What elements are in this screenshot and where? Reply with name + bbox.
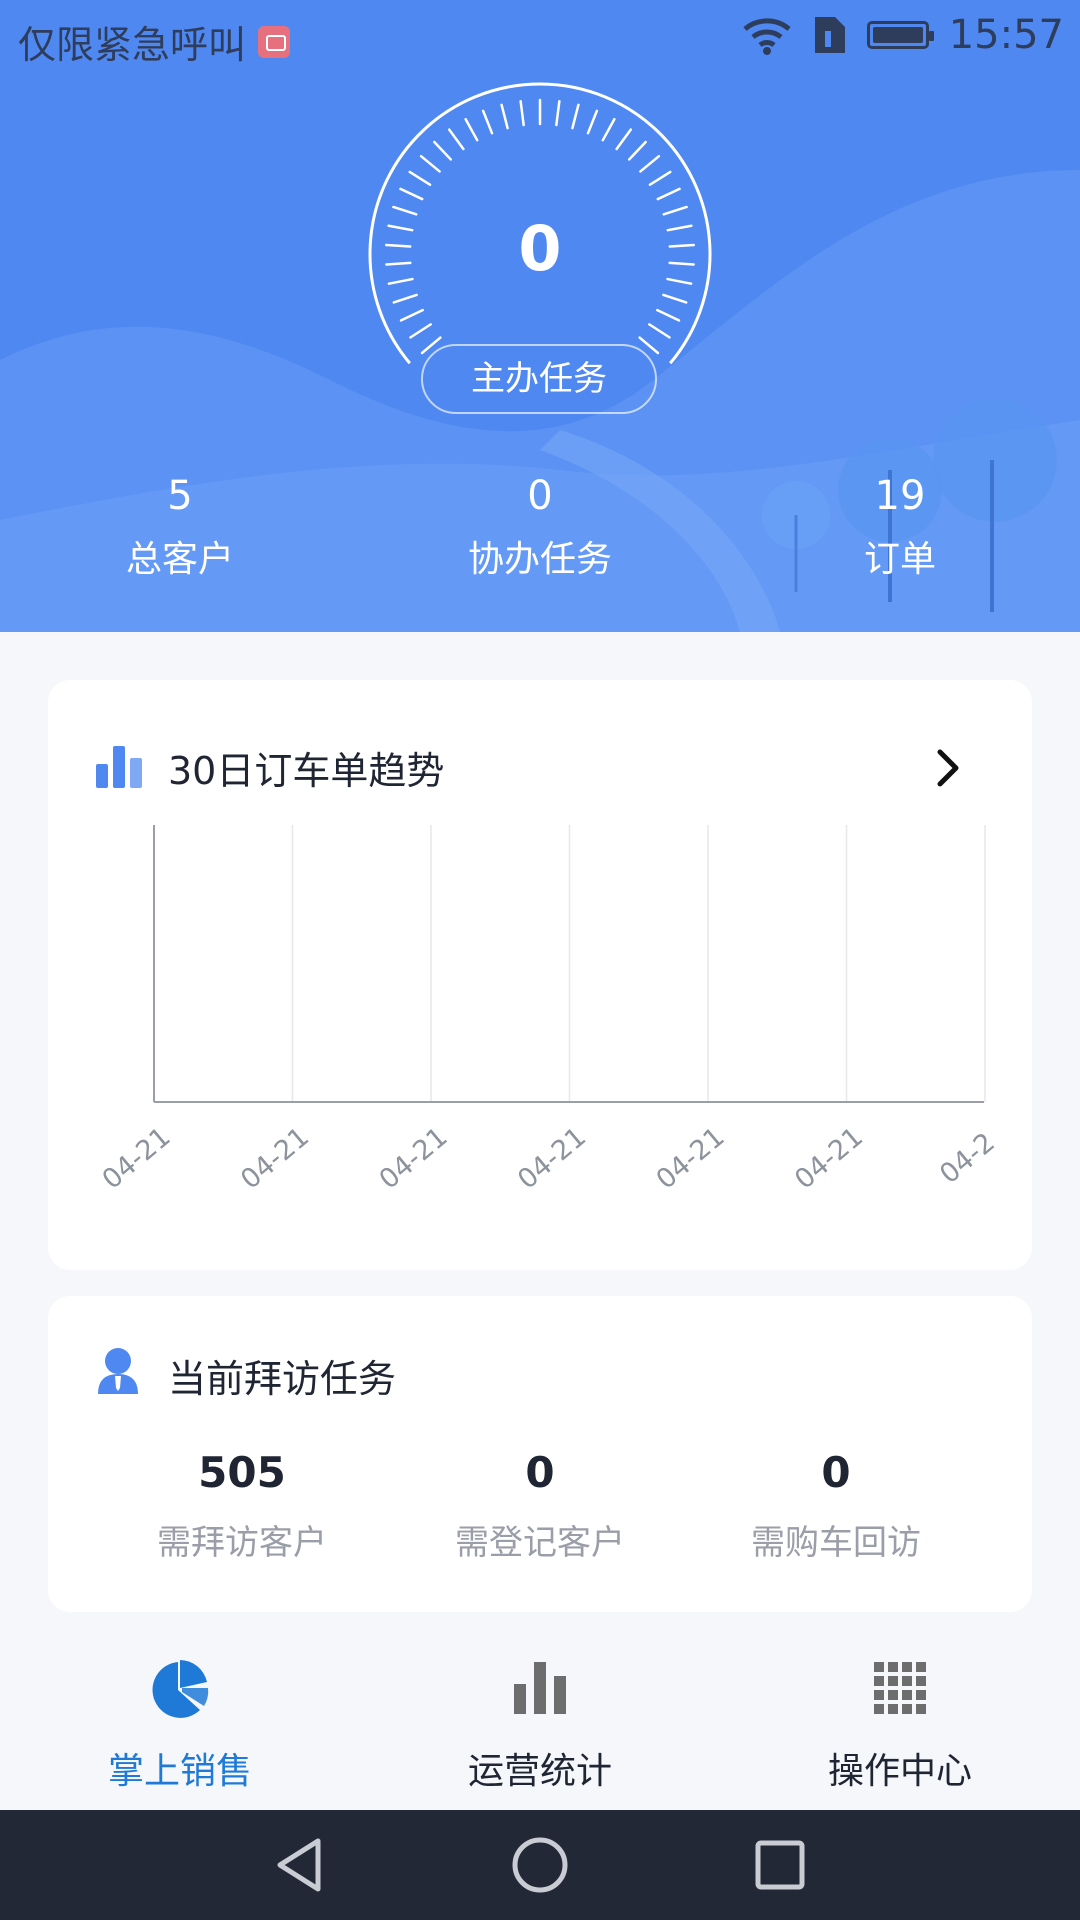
stat-label: 需拜访客户 [157,1523,327,1563]
gauge-tick [662,293,688,304]
carrier-text: 仅限紧急呼叫 [18,23,247,67]
gauge-tick [464,117,479,142]
person-icon [98,1348,138,1394]
stat-label: 总客户 [125,539,234,580]
gauge-tick [627,140,647,161]
tab-mobile-sales[interactable]: 掌上销售 [0,1630,360,1810]
grid-icon [874,1662,926,1714]
gauge-tick [409,323,432,339]
stat-label: 协办任务 [467,539,612,580]
dashboard-header: 仅限紧急呼叫 15:57 0 主办任务 5 总客户 0 协办任务 19 订单 [0,0,1080,632]
gauge-value: 0 [518,212,562,285]
gauge-tick [519,99,525,127]
gauge-tick [399,308,424,322]
stat-value: 19 [874,473,926,519]
gauge-tick [433,140,453,161]
stat-label: 需购车回访 [751,1523,921,1563]
gauge-tick [447,128,465,151]
home-icon[interactable] [510,1835,570,1895]
recents-icon[interactable] [750,1835,810,1895]
x-tick-label: 04-21 [97,1121,177,1195]
gauge-tick [648,170,672,186]
x-tick-label: 04-21 [789,1121,869,1195]
gauge-tick [481,109,494,135]
back-icon[interactable] [270,1835,330,1895]
stat-need-followup[interactable]: 0 需购车回访 [676,1448,996,1564]
pie-chart-icon [152,1660,209,1718]
stat-need-register[interactable]: 0 需登记客户 [380,1448,700,1564]
stat-label: 订单 [863,539,936,580]
x-tick-label: 04-21 [374,1121,454,1195]
x-tick-label: 04-21 [235,1121,315,1195]
stat-label: 需登记客户 [455,1523,625,1563]
stat-value: 0 [525,1448,555,1497]
stat-value: 505 [198,1448,286,1497]
clock-text: 15:57 [948,12,1064,58]
gauge-tick [555,99,561,127]
gauge-tick [601,117,616,142]
tab-label: 掌上销售 [107,1751,252,1792]
sim-card-icon [814,17,845,53]
gauge-tick [648,323,671,339]
x-tick-label: 04-21 [512,1121,592,1195]
gauge-tick [656,308,681,322]
tab-label: 运营统计 [467,1751,612,1792]
gauge-tick [500,103,509,130]
tab-operation-center[interactable]: 操作中心 [720,1630,1080,1810]
stat-need-visit[interactable]: 505 需拜访客户 [82,1448,402,1564]
bottom-tab-bar: 掌上销售 运营统计 操作中心 [0,1630,1080,1810]
gauge-tick [399,187,424,201]
order-trend-card: 30日订车单趋势 04-21 04-21 04-21 04-21 04-21 04-21 0… [48,680,1032,1270]
stat-orders[interactable]: 19 订单 [770,470,1030,586]
stat-value: 0 [527,473,553,519]
wifi-icon [743,18,791,55]
gauge-tick [639,154,661,173]
gauge-tick [419,154,441,173]
system-navigation-bar [0,1810,1080,1920]
x-tick-label: 04-21 [651,1121,731,1195]
stat-assist-tasks[interactable]: 0 协办任务 [410,470,670,586]
stat-value: 0 [821,1448,851,1497]
battery-icon [866,21,934,49]
order-trend-chart: 04-21 04-21 04-21 04-21 04-21 04-21 04-2 [97,825,1001,1196]
gauge-tick [656,187,681,201]
main-task-button[interactable]: 主办任务 [421,344,657,414]
stat-total-customers[interactable]: 5 总客户 [50,470,310,586]
card-title: 当前拜访任务 [168,1357,397,1401]
bar-chart-icon [514,1662,566,1714]
gauge-tick [586,109,599,135]
gauge-tick [392,293,418,304]
notification-app-icon [258,25,291,58]
status-bar: 仅限紧急呼叫 15:57 [0,0,1080,74]
tab-operations-stats[interactable]: 运营统计 [360,1630,720,1810]
stat-value: 5 [167,473,193,519]
gauge-tick [615,128,633,151]
visit-task-card: 当前拜访任务 505 需拜访客户 0 需登记客户 0 需购车回访 [48,1296,1032,1612]
x-tick-label: 04-2 [934,1127,1001,1190]
gauge-tick [408,170,432,186]
gauge-tick [571,103,580,130]
tab-label: 操作中心 [827,1751,972,1792]
